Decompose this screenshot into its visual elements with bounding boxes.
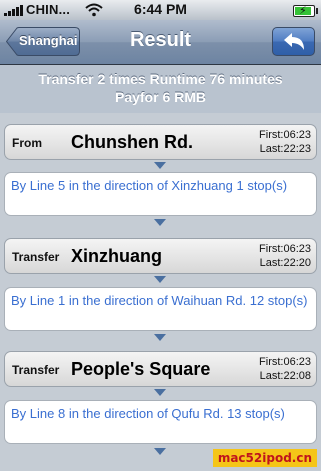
station-row[interactable]: Transfer People's Square First:06:23 Las…	[4, 351, 317, 387]
route-step[interactable]: By Line 1 in the direction of Waihuan Rd…	[4, 287, 317, 331]
station-name: Chunshen Rd.	[71, 132, 193, 152]
station-row[interactable]: Transfer Xinzhuang First:06:23 Last:22:2…	[4, 238, 317, 274]
last-train-time: Last:22:23	[259, 143, 311, 155]
down-arrow-icon	[154, 219, 166, 226]
station-name: Xinzhuang	[71, 246, 162, 266]
summary-transfers-runtime: Transfer 2 times Runtime 76 minutes	[38, 71, 283, 87]
clock-time: 6:44 PM	[134, 1, 187, 17]
return-button[interactable]	[272, 27, 315, 56]
down-arrow-icon	[154, 334, 166, 341]
station-times: First:06:23 Last:22:20	[259, 242, 311, 270]
station-name: People's Square	[71, 359, 211, 379]
station-times: First:06:23 Last:22:23	[259, 128, 311, 156]
station-kind: Transfer	[12, 363, 60, 377]
down-arrow-icon	[154, 276, 166, 283]
station-kind: From	[12, 136, 42, 150]
down-arrow-icon	[154, 162, 166, 169]
last-train-time: Last:22:20	[259, 257, 311, 269]
return-arrow-icon	[284, 33, 304, 50]
station-row[interactable]: From Chunshen Rd. First:06:23 Last:22:23	[4, 124, 317, 160]
down-arrow-icon	[154, 389, 166, 396]
down-arrow-icon	[154, 448, 166, 455]
route-step[interactable]: By Line 5 in the direction of Xinzhuang …	[4, 172, 317, 216]
route-step[interactable]: By Line 8 in the direction of Qufu Rd. 1…	[4, 400, 317, 444]
station-kind: Transfer	[12, 250, 60, 264]
battery-charging-icon: ⚡	[293, 5, 318, 17]
first-train-time: First:06:23	[259, 129, 311, 141]
navigation-bar: Shanghai Result	[0, 20, 321, 65]
watermark: mac52ipod.cn	[212, 449, 317, 467]
route-summary: Transfer 2 times Runtime 76 minutes Payf…	[0, 65, 321, 113]
first-train-time: First:06:23	[259, 243, 311, 255]
status-bar: CHIN... 6:44 PM ⚡	[0, 0, 321, 20]
summary-fare: Payfor 6 RMB	[114, 89, 207, 105]
station-times: First:06:23 Last:22:08	[259, 355, 311, 383]
last-train-time: Last:22:08	[259, 370, 311, 382]
first-train-time: First:06:23	[259, 356, 311, 368]
